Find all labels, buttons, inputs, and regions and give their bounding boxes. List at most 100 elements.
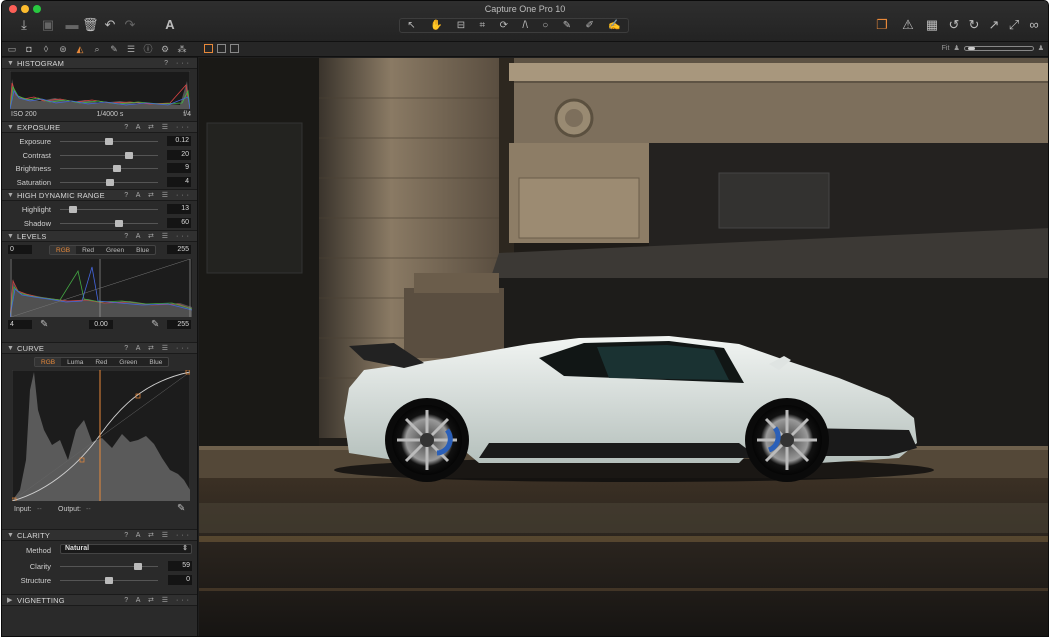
grid-icon[interactable]: ▦ bbox=[924, 17, 940, 33]
clarity-slider[interactable] bbox=[60, 563, 158, 570]
brightness-slider[interactable] bbox=[60, 165, 158, 172]
redo-icon[interactable]: ↷ bbox=[122, 17, 138, 33]
local-adjust-tab-icon[interactable]: ✎ bbox=[108, 42, 120, 56]
metadata-tab-icon[interactable]: ⓘ bbox=[142, 42, 154, 56]
cursor-icon[interactable]: ✍ bbox=[608, 20, 620, 31]
rotate-icon[interactable]: ⟳ bbox=[500, 20, 508, 31]
photo-canvas[interactable] bbox=[199, 58, 1049, 637]
saturation-value[interactable]: 4 bbox=[167, 176, 191, 187]
slider-knob[interactable] bbox=[105, 138, 113, 145]
clarity-header[interactable]: ▼ CLARITY ? A ⇄ ☰ ··· bbox=[2, 529, 197, 541]
slider-knob[interactable] bbox=[105, 576, 113, 584]
pan-icon[interactable]: ✋ bbox=[430, 20, 442, 31]
contrast-slider[interactable] bbox=[60, 151, 158, 159]
shadow-value[interactable]: 60 bbox=[167, 217, 191, 228]
channel-red[interactable]: Red bbox=[76, 246, 100, 254]
slider-knob[interactable] bbox=[134, 563, 143, 570]
slider-knob[interactable] bbox=[114, 219, 123, 227]
curve-channel-rgb[interactable]: RGB bbox=[35, 358, 62, 366]
levels-input-low[interactable]: 0 bbox=[8, 245, 32, 254]
image-viewer[interactable] bbox=[199, 58, 1049, 637]
single-view-icon[interactable] bbox=[217, 44, 226, 53]
levels-input-high[interactable]: 255 bbox=[167, 245, 191, 254]
glasses-icon[interactable]: ∞ bbox=[1024, 17, 1044, 33]
channel-blue[interactable]: Blue bbox=[130, 246, 155, 254]
fit-label[interactable]: Fit bbox=[942, 45, 950, 52]
channel-green[interactable]: Green bbox=[100, 246, 130, 254]
slider-knob[interactable] bbox=[124, 151, 133, 159]
trash-icon[interactable]: 🗑 bbox=[82, 17, 99, 33]
exposure-value[interactable]: 0.12 bbox=[167, 136, 191, 146]
rotate-right-icon[interactable]: ↻ bbox=[966, 17, 982, 33]
crop-icon[interactable]: ⌗ bbox=[480, 20, 486, 31]
undo-icon[interactable]: ↶ bbox=[102, 17, 118, 33]
section-controls[interactable]: ? A ⇄ ☰ ··· bbox=[124, 190, 192, 201]
select-icon[interactable]: ↖ bbox=[407, 20, 415, 31]
exposure-header[interactable]: ▼ EXPOSURE ? A ⇄ ☰ ··· bbox=[2, 121, 197, 133]
brush-icon[interactable]: ✎ bbox=[563, 20, 571, 31]
levels-output-low[interactable]: 4 bbox=[8, 320, 32, 329]
curve-channel-blue[interactable]: Blue bbox=[143, 358, 168, 366]
levels-histogram[interactable] bbox=[10, 259, 192, 317]
shadow-slider[interactable] bbox=[60, 219, 158, 227]
histogram-header[interactable]: ▼ HISTOGRAM ? ··· bbox=[2, 57, 197, 69]
eyedropper-icon[interactable]: ✎ bbox=[40, 319, 48, 330]
output-tab-icon[interactable]: ⚙ bbox=[159, 42, 171, 56]
warning-icon[interactable]: ⚠ bbox=[900, 17, 916, 33]
levels-output-high[interactable]: 255 bbox=[167, 320, 191, 329]
section-controls[interactable]: ? A ⇄ ☰ ··· bbox=[124, 122, 192, 133]
adjustments-tab-icon[interactable]: ☰ bbox=[125, 42, 137, 56]
section-controls[interactable]: ? A ⇄ ☰ ··· bbox=[124, 595, 192, 606]
lens-tab-icon[interactable]: ◊ bbox=[40, 42, 52, 56]
cursor-cross-icon[interactable]: ⤢ bbox=[1006, 17, 1022, 33]
levels-gamma[interactable]: 0.00 bbox=[89, 320, 113, 329]
camera-icon[interactable]: ▣ bbox=[40, 17, 56, 33]
zoom-slider[interactable] bbox=[963, 45, 1034, 51]
structure-slider[interactable] bbox=[60, 576, 158, 584]
hdr-header[interactable]: ▼ HIGH DYNAMIC RANGE ? A ⇄ ☰ ··· bbox=[2, 189, 197, 201]
curve-channel-luma[interactable]: Luma bbox=[61, 358, 89, 366]
details-tab-icon[interactable]: ⌕ bbox=[91, 42, 103, 56]
saturation-slider[interactable] bbox=[60, 178, 158, 186]
exposure-slider[interactable] bbox=[60, 138, 158, 145]
curve-channel-red[interactable]: Red bbox=[89, 358, 113, 366]
contrast-value[interactable]: 20 bbox=[167, 149, 191, 160]
exposure-tab-icon[interactable]: ◭ bbox=[74, 42, 86, 56]
highlight-slider[interactable] bbox=[60, 206, 158, 213]
levels-header[interactable]: ▼ LEVELS ? A ⇄ ☰ ··· bbox=[2, 230, 197, 242]
loupe-icon[interactable]: ⊟ bbox=[457, 20, 465, 31]
structure-value[interactable]: 0 bbox=[168, 574, 192, 585]
brightness-value[interactable]: 9 bbox=[167, 163, 191, 173]
clarity-value[interactable]: 59 bbox=[168, 561, 192, 571]
keystone-icon[interactable]: /\ bbox=[522, 20, 528, 31]
rotate-left-icon[interactable]: ↺ bbox=[946, 17, 962, 33]
import-icon[interactable]: ⤓ bbox=[16, 17, 32, 33]
highlight-value[interactable]: 13 bbox=[167, 204, 191, 214]
folder-icon[interactable]: ▬ bbox=[64, 17, 80, 33]
curve-picker-icon[interactable]: ✎ bbox=[177, 503, 185, 514]
multi-view-icon[interactable] bbox=[204, 44, 213, 53]
channel-rgb[interactable]: RGB bbox=[50, 246, 77, 254]
slider-knob[interactable] bbox=[112, 165, 121, 172]
section-controls[interactable]: ? A ⇄ ☰ ··· bbox=[124, 231, 192, 242]
slider-knob[interactable] bbox=[68, 206, 77, 213]
color-tab-icon[interactable]: ⊛ bbox=[57, 42, 69, 56]
curve-graph[interactable] bbox=[12, 370, 190, 501]
slider-knob[interactable] bbox=[105, 178, 114, 186]
eyedropper-white-icon[interactable]: ✎ bbox=[151, 319, 159, 330]
cursor-arrow-icon[interactable]: ↗ bbox=[986, 17, 1002, 33]
library-tab-icon[interactable]: ▭ bbox=[6, 42, 18, 56]
text-icon[interactable]: A bbox=[162, 17, 178, 33]
proof-view-icon[interactable] bbox=[230, 44, 239, 53]
picker-icon[interactable]: ✐ bbox=[585, 20, 593, 31]
curve-header[interactable]: ▼ CURVE ? A ⇄ ☰ ··· bbox=[2, 342, 197, 354]
clarity-method-select[interactable]: Natural ⇕ bbox=[60, 544, 192, 554]
section-controls[interactable]: ? A ⇄ ☰ ··· bbox=[124, 530, 192, 541]
capture-tab-icon[interactable]: ◘ bbox=[23, 42, 35, 56]
vignetting-header[interactable]: ▶ VIGNETTING ? A ⇄ ☰ ··· bbox=[2, 594, 197, 606]
stack-icon[interactable]: ❐ bbox=[874, 17, 890, 33]
spot-icon[interactable]: ○ bbox=[542, 20, 548, 31]
curve-channel-green[interactable]: Green bbox=[113, 358, 143, 366]
batch-tab-icon[interactable]: ⁂ bbox=[176, 42, 188, 56]
section-controls[interactable]: ? A ⇄ ☰ ··· bbox=[124, 343, 192, 354]
